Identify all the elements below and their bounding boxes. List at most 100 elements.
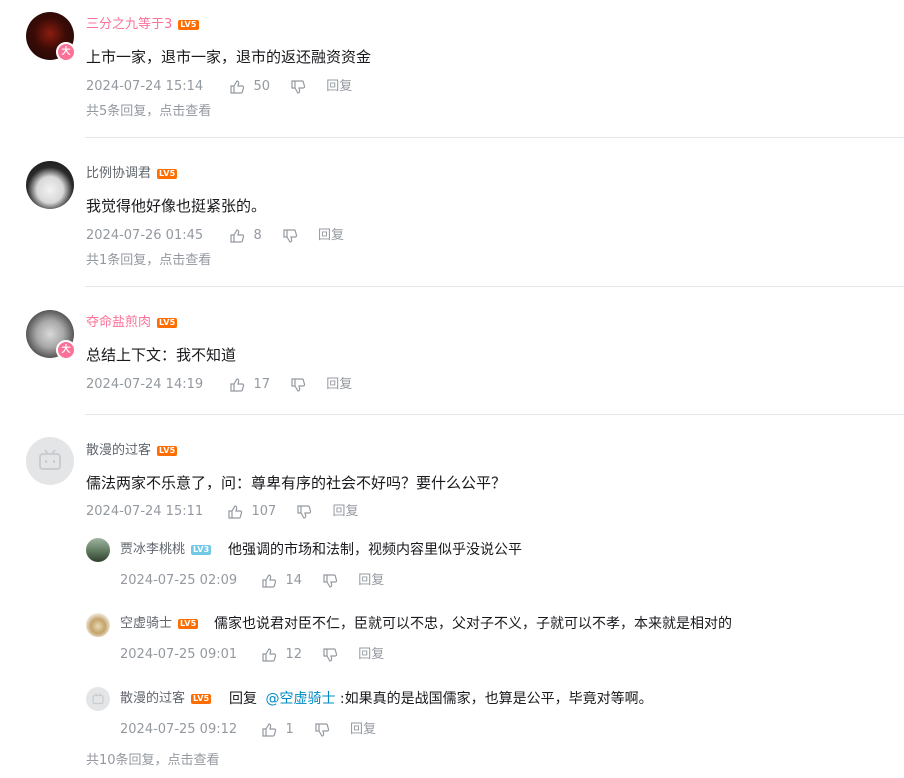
username[interactable]: 三分之九等于3 LV5 [86, 16, 199, 34]
reply-text: 回复 @空虚骑士 :如果真的是战国儒家，也算是公平，毕竟对等啊。 [229, 688, 653, 710]
like-count: 107 [251, 504, 277, 519]
avatar[interactable]: 大 [26, 12, 76, 62]
reply-button[interactable]: 回复 [318, 227, 344, 245]
default-avatar-icon [39, 449, 61, 470]
like-button[interactable]: 17 [229, 376, 270, 395]
like-button[interactable]: 107 [227, 503, 276, 522]
reply-meta: 2024-07-25 02:09 14 回复 [120, 572, 384, 591]
avatar[interactable] [86, 613, 110, 637]
timestamp: 2024-07-25 09:01 [120, 647, 238, 663]
username-text[interactable]: 散漫的过客 [86, 443, 151, 458]
timestamp: 2024-07-24 15:11 [86, 504, 204, 520]
dislike-button[interactable] [282, 227, 298, 245]
thumbs-down-icon [297, 505, 312, 519]
comment-text: 儒法两家不乐意了，问：尊卑有序的社会不好吗？要什么公平？ [86, 474, 507, 492]
reply-meta: 2024-07-25 09:12 1 回复 [120, 721, 376, 740]
reply-button[interactable]: 回复 [326, 78, 352, 96]
reply-text: 他强调的市场和法制，视频内容里似乎没说公平 [228, 542, 522, 558]
like-button[interactable]: 8 [229, 227, 262, 246]
username-text[interactable]: 贾冰李桃桃 [120, 542, 185, 557]
timestamp: 2024-07-24 14:19 [86, 377, 204, 393]
thumbs-up-icon [228, 505, 243, 519]
reply-button[interactable]: 回复 [350, 721, 376, 739]
thumbs-down-icon [283, 229, 297, 243]
thumbs-up-icon [262, 574, 277, 588]
like-count: 8 [253, 228, 262, 243]
thumbs-up-icon [230, 378, 245, 392]
avatar[interactable]: 大 [26, 310, 76, 360]
comment-meta: 2024-07-24 14:19 17 回复 [86, 376, 352, 395]
username-text[interactable]: 比例协调君 [86, 166, 151, 181]
dislike-button[interactable] [296, 503, 312, 521]
timestamp: 2024-07-25 02:09 [120, 573, 238, 589]
dislike-button[interactable] [314, 721, 330, 739]
big-member-badge: 大 [56, 340, 76, 360]
reply-body: :如果真的是战国儒家，也算是公平，毕竟对等啊。 [339, 691, 653, 707]
level-badge: LV5 [178, 19, 199, 30]
avatar[interactable] [26, 437, 74, 485]
level-badge: LV5 [157, 317, 178, 328]
username[interactable]: 散漫的过客 LV5 [86, 442, 178, 460]
username-text[interactable]: 夺命盐煎肉 [86, 315, 151, 330]
username-text[interactable]: 散漫的过客 [120, 691, 185, 706]
username[interactable]: 贾冰李桃桃 LV3 [120, 541, 212, 559]
dislike-button[interactable] [290, 78, 306, 96]
level-badge: LV5 [157, 445, 178, 456]
like-button[interactable]: 14 [261, 572, 302, 591]
thumbs-down-icon [323, 648, 338, 662]
dislike-button[interactable] [322, 572, 338, 590]
thumbs-up-icon [230, 80, 245, 94]
reply-prefix: 回复 [229, 691, 257, 707]
dislike-button[interactable] [290, 376, 306, 394]
like-count: 1 [285, 722, 294, 737]
reply-button[interactable]: 回复 [358, 572, 384, 590]
like-button[interactable]: 50 [229, 78, 270, 97]
like-count: 17 [253, 377, 270, 392]
thumbs-up-icon [230, 229, 245, 243]
timestamp: 2024-07-26 01:45 [86, 228, 204, 244]
thumbs-down-icon [291, 80, 306, 94]
level-badge: LV5 [191, 693, 212, 704]
view-replies-link[interactable]: 共1条回复，点击查看 [86, 252, 211, 270]
level-badge: LV3 [191, 544, 212, 555]
comment-text: 总结上下文：我不知道 [86, 346, 237, 364]
username[interactable]: 散漫的过客 LV5 [120, 690, 212, 708]
avatar[interactable] [26, 161, 74, 209]
comment-meta: 2024-07-26 01:45 8 回复 [86, 227, 344, 246]
view-replies-link[interactable]: 共10条回复，点击查看 [86, 752, 220, 770]
like-count: 14 [285, 573, 302, 588]
thumbs-down-icon [323, 574, 338, 588]
username[interactable]: 空虚骑士 LV5 [120, 615, 199, 633]
username-text[interactable]: 三分之九等于3 [86, 17, 172, 32]
thumbs-down-icon [315, 723, 329, 737]
reply-button[interactable]: 回复 [326, 376, 352, 394]
comment-text: 上市一家，退市一家，退市的返还融资资金 [86, 48, 372, 66]
username-text[interactable]: 空虚骑士 [120, 616, 172, 631]
dislike-button[interactable] [322, 646, 338, 664]
big-member-badge: 大 [56, 42, 76, 62]
like-count: 50 [253, 79, 270, 94]
like-button[interactable]: 12 [261, 646, 302, 665]
reply-text: 儒家也说君对臣不仁，臣就可以不忠，父对子不义，子就可以不孝，本来就是相对的 [214, 616, 732, 632]
username[interactable]: 比例协调君 LV5 [86, 165, 178, 183]
reply-button[interactable]: 回复 [333, 503, 359, 521]
default-avatar-icon [92, 693, 104, 705]
avatar[interactable] [86, 687, 110, 711]
mention-link[interactable]: @空虚骑士 [265, 691, 335, 707]
comment-meta: 2024-07-24 15:11 107 回复 [86, 503, 359, 522]
thumbs-down-icon [291, 378, 306, 392]
level-badge: LV5 [178, 618, 199, 629]
divider [85, 414, 904, 415]
timestamp: 2024-07-24 15:14 [86, 79, 204, 95]
timestamp: 2024-07-25 09:12 [120, 722, 238, 738]
like-button[interactable]: 1 [261, 721, 294, 740]
avatar[interactable] [86, 538, 110, 562]
thumbs-up-icon [262, 723, 277, 737]
level-badge: LV5 [157, 168, 178, 179]
view-replies-link[interactable]: 共5条回复，点击查看 [86, 103, 211, 121]
reply-button[interactable]: 回复 [358, 646, 384, 664]
comment-text: 我觉得他好像也挺紧张的。 [86, 197, 267, 215]
thumbs-up-icon [262, 648, 277, 662]
username[interactable]: 夺命盐煎肉 LV5 [86, 314, 178, 332]
reply-meta: 2024-07-25 09:01 12 回复 [120, 646, 384, 665]
